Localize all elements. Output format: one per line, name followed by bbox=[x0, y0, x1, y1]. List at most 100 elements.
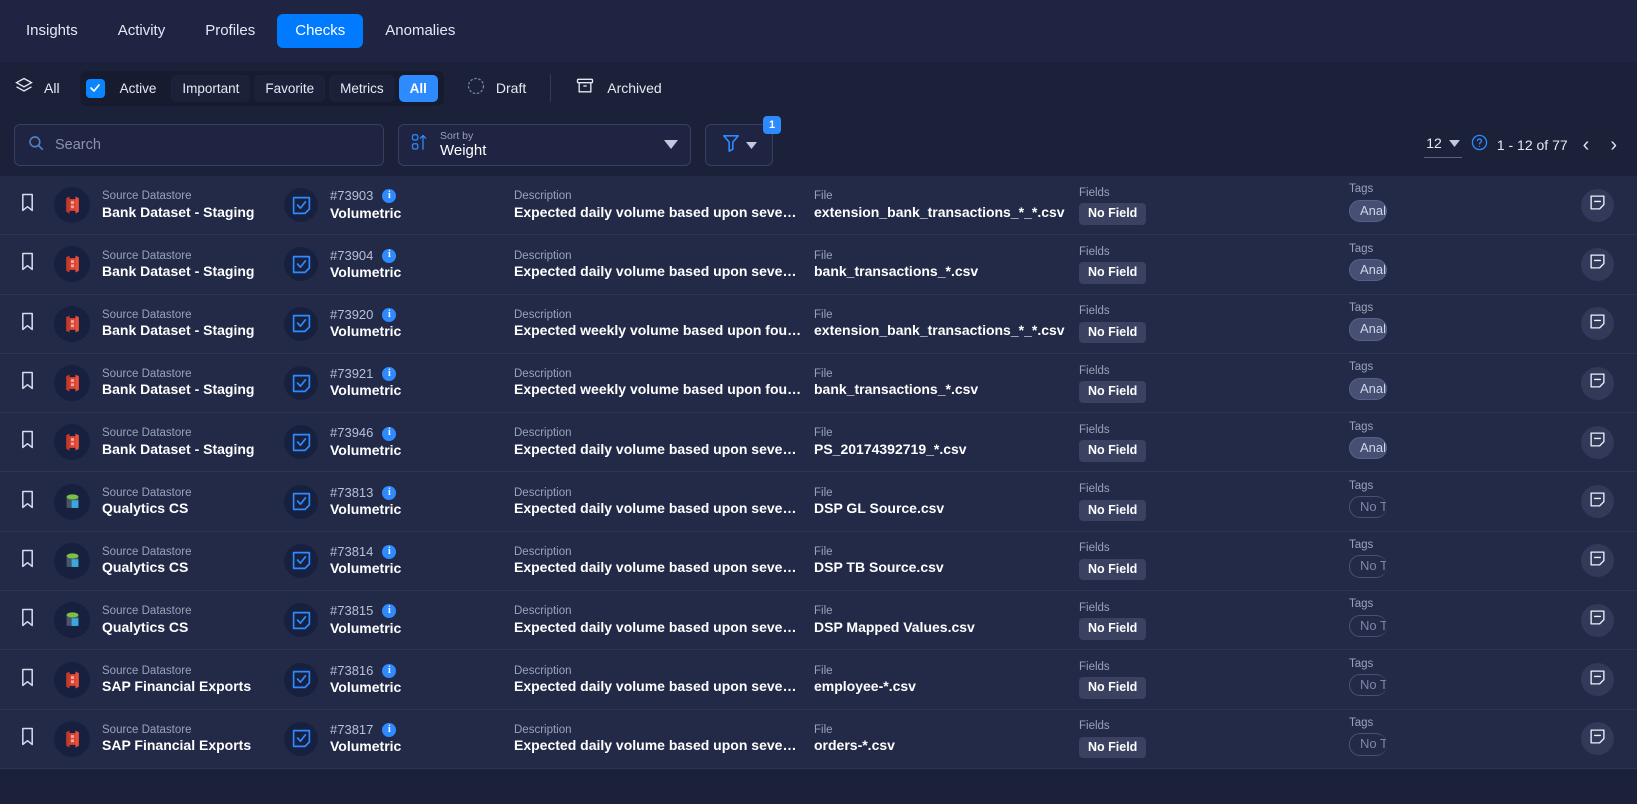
file-cell: File DSP Mapped Values.csv bbox=[814, 604, 1079, 636]
info-icon[interactable]: i bbox=[382, 604, 397, 619]
tags-caption: Tags bbox=[1349, 420, 1374, 433]
note-button[interactable] bbox=[1580, 307, 1614, 341]
info-icon[interactable]: i bbox=[382, 307, 397, 322]
table-row[interactable]: Source Datastore Bank Dataset - Staging #7… bbox=[0, 235, 1637, 295]
file-value: extension_bank_transactions_*_*.csv bbox=[814, 322, 1065, 339]
note-icon bbox=[1589, 728, 1606, 750]
tag-pill[interactable]: Analy bbox=[1349, 377, 1387, 400]
table-row[interactable]: Source Datastore Bank Dataset - Staging #7… bbox=[0, 294, 1637, 354]
table-row[interactable]: Source Datastore Bank Dataset - Staging #7… bbox=[0, 413, 1637, 473]
note-icon bbox=[1589, 253, 1606, 275]
tag-pill[interactable]: Analy bbox=[1349, 318, 1387, 341]
note-button[interactable] bbox=[1580, 544, 1614, 578]
next-page-button[interactable]: › bbox=[1604, 135, 1623, 155]
sort-by-select[interactable]: Sort by Weight bbox=[398, 124, 691, 166]
bookmark-button[interactable] bbox=[0, 371, 54, 395]
note-button[interactable] bbox=[1580, 663, 1614, 697]
bookmark-button[interactable] bbox=[0, 193, 54, 217]
table-row[interactable]: Source Datastore Qualytics CS #73813 i Volum… bbox=[0, 472, 1637, 532]
table-row[interactable]: Source Datastore Qualytics CS #73814 i Volum… bbox=[0, 531, 1637, 592]
note-button[interactable] bbox=[1580, 722, 1614, 756]
segment-all[interactable]: All bbox=[398, 74, 438, 102]
filter-draft-group[interactable]: Draft bbox=[466, 76, 526, 101]
tag-pill[interactable]: Analy bbox=[1349, 259, 1387, 282]
bookmark-icon bbox=[20, 193, 35, 217]
info-icon[interactable]: i bbox=[382, 426, 397, 441]
segment-metrics[interactable]: Metrics bbox=[329, 74, 395, 102]
info-icon[interactable]: i bbox=[382, 367, 397, 382]
description-caption: Description bbox=[514, 249, 572, 262]
bookmark-button[interactable] bbox=[0, 312, 54, 336]
filter-all-group[interactable]: All bbox=[14, 76, 60, 101]
datastore-name: Qualytics CS bbox=[102, 500, 189, 517]
tag-pill[interactable]: Analy bbox=[1349, 436, 1387, 460]
active-checkbox[interactable] bbox=[85, 78, 105, 98]
filter-archived-group[interactable]: Archived bbox=[575, 76, 662, 101]
table-row[interactable]: Source Datastore SAP Financial Exports #73… bbox=[0, 650, 1637, 710]
previous-page-button[interactable]: ‹ bbox=[1577, 135, 1596, 155]
per-page-select[interactable]: 12 bbox=[1424, 132, 1462, 158]
note-button[interactable] bbox=[1580, 603, 1614, 637]
description-caption: Description bbox=[514, 190, 572, 203]
check-id: #73921 bbox=[330, 366, 374, 382]
no-field-badge: No Field bbox=[1079, 321, 1147, 344]
table-row[interactable]: Source Datastore SAP Financial Exports #73… bbox=[0, 709, 1637, 769]
table-row[interactable]: Source Datastore Qualytics CS #73815 i Volum… bbox=[0, 591, 1637, 651]
bookmark-button[interactable] bbox=[0, 252, 54, 276]
filter-button[interactable]: 1 bbox=[705, 116, 781, 166]
datastore-cell: Source Datastore Qualytics CS bbox=[54, 483, 284, 520]
table-row[interactable]: Source Datastore Bank Dataset - Staging #7… bbox=[0, 353, 1637, 414]
check-cell: #73814 i Volumetric bbox=[284, 543, 514, 578]
tab-anomalies[interactable]: Anomalies bbox=[367, 14, 473, 48]
bookmark-button[interactable] bbox=[0, 727, 54, 751]
datastore-name: SAP Financial Exports bbox=[102, 737, 252, 754]
fields-caption: Fields bbox=[1079, 661, 1110, 674]
description-cell: Description Expected daily volume based u… bbox=[514, 249, 814, 281]
note-button[interactable] bbox=[1580, 366, 1614, 400]
tab-profiles[interactable]: Profiles bbox=[187, 14, 273, 48]
bookmark-button[interactable] bbox=[0, 608, 54, 632]
datastore-cell: Source Datastore Bank Dataset - Staging bbox=[54, 246, 284, 283]
no-field-badge: No Field bbox=[1079, 380, 1147, 403]
bookmark-button[interactable] bbox=[0, 668, 54, 692]
note-button[interactable] bbox=[1580, 247, 1614, 281]
info-icon[interactable]: i bbox=[382, 663, 397, 678]
check-cell: #73903 i Volumetric bbox=[284, 188, 514, 223]
info-icon[interactable]: i bbox=[382, 545, 397, 560]
note-button[interactable] bbox=[1580, 188, 1614, 222]
file-caption: File bbox=[814, 308, 833, 321]
file-cell: File bank_transactions_*.csv bbox=[814, 367, 1079, 399]
search-box[interactable] bbox=[14, 124, 384, 166]
info-icon[interactable]: i bbox=[382, 189, 397, 204]
search-input[interactable] bbox=[55, 137, 371, 153]
segment-favorite[interactable]: Favorite bbox=[254, 74, 326, 102]
datastore-cell: Source Datastore Bank Dataset - Staging bbox=[54, 187, 284, 224]
tags-caption: Tags bbox=[1349, 242, 1374, 255]
info-icon[interactable]: i bbox=[382, 723, 397, 738]
info-icon[interactable]: i bbox=[382, 485, 397, 500]
tab-checks[interactable]: Checks bbox=[277, 14, 364, 48]
tag-pill[interactable]: Analy bbox=[1349, 199, 1387, 222]
tab-activity[interactable]: Activity bbox=[100, 14, 184, 48]
fields-caption: Fields bbox=[1079, 245, 1110, 258]
note-button[interactable] bbox=[1580, 425, 1614, 459]
datastore-caption: Source Datastore bbox=[102, 427, 192, 440]
segment-active[interactable]: Active bbox=[109, 75, 168, 102]
table-row[interactable]: Source Datastore Bank Dataset - Staging #7… bbox=[0, 176, 1637, 236]
help-icon[interactable] bbox=[1471, 134, 1488, 156]
status-segment-group: Active Important Favorite Metrics All bbox=[79, 70, 444, 106]
datastore-cell: Source Datastore Qualytics CS bbox=[54, 542, 284, 579]
info-icon[interactable]: i bbox=[382, 248, 397, 263]
file-caption: File bbox=[814, 723, 833, 736]
bookmark-button[interactable] bbox=[0, 430, 54, 454]
segment-important[interactable]: Important bbox=[171, 74, 251, 102]
bookmark-button[interactable] bbox=[0, 490, 54, 514]
bookmark-button[interactable] bbox=[0, 549, 54, 573]
note-button[interactable] bbox=[1580, 485, 1614, 519]
description-caption: Description bbox=[514, 605, 572, 618]
tab-insights[interactable]: Insights bbox=[8, 14, 96, 48]
check-type-icon bbox=[284, 721, 318, 756]
fields-caption: Fields bbox=[1079, 423, 1110, 436]
tags-cell: Tags No Tag bbox=[1349, 479, 1557, 525]
check-type: Volumetric bbox=[330, 678, 402, 695]
